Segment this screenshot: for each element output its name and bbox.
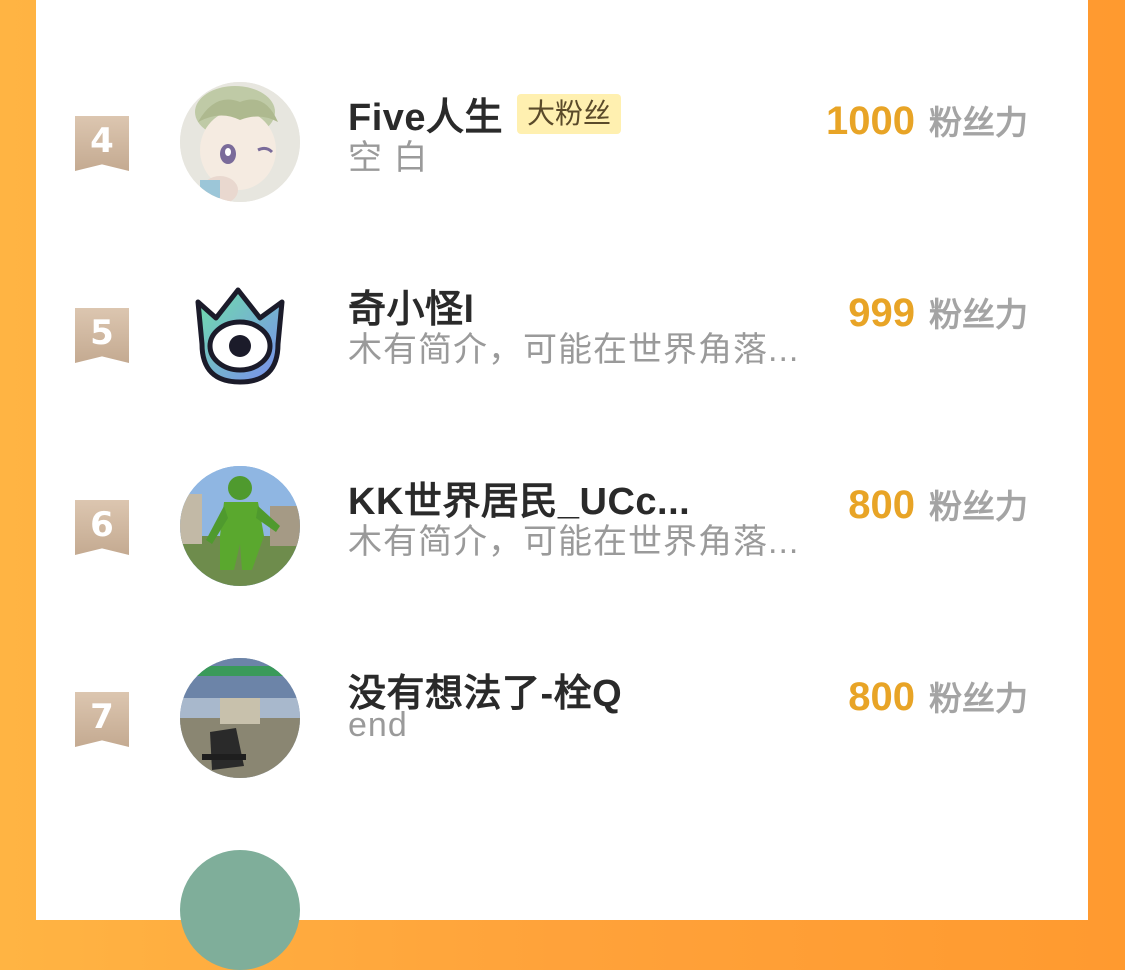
score-unit: 粉丝力 xyxy=(929,680,1028,717)
score-value: 800 xyxy=(848,675,915,719)
fan-level-badge: 大粉丝 xyxy=(517,93,622,134)
next-row-avatar[interactable] xyxy=(180,850,300,970)
rank-number: 4 xyxy=(90,121,114,161)
one-eyed-monster-avatar[interactable] xyxy=(180,274,300,394)
anime-child-avatar[interactable] xyxy=(180,82,300,202)
score-unit: 粉丝力 xyxy=(929,296,1028,333)
score-value: 800 xyxy=(848,483,915,527)
fan-power-score: 999 粉丝力 xyxy=(848,288,1028,336)
shooter-game-avatar-art xyxy=(180,658,300,778)
fan-power-score: 1000 粉丝力 xyxy=(826,96,1028,144)
rank-number: 6 xyxy=(90,505,114,545)
anime-child-avatar-art xyxy=(180,82,300,202)
score-value: 1000 xyxy=(826,99,915,143)
fan-power-score: 800 粉丝力 xyxy=(848,480,1028,528)
leaderboard-card: 4 Five人生 大粉丝 空 白 1000 粉丝力 5 奇小怪l 木有简介，可能… xyxy=(36,0,1088,970)
rank-row-5[interactable]: 5 奇小怪l 木有简介，可能在世界角落... 999 粉丝力 xyxy=(36,274,1088,468)
user-bio: end xyxy=(348,706,408,744)
one-eyed-monster-avatar-art xyxy=(180,274,300,394)
rank-row-7[interactable]: 7 没有想法了-栓Q end 800 粉丝力 xyxy=(36,658,1088,852)
user-bio: 木有简介，可能在世界角落... xyxy=(348,523,800,561)
rank-flag: 6 xyxy=(75,500,129,555)
shooter-game-avatar[interactable] xyxy=(180,658,300,778)
rank-row-4[interactable]: 4 Five人生 大粉丝 空 白 1000 粉丝力 xyxy=(36,82,1088,276)
user-bio: 空 白 xyxy=(348,139,429,177)
score-value: 999 xyxy=(848,291,915,335)
score-unit: 粉丝力 xyxy=(929,488,1028,525)
green-robot-game-avatar[interactable] xyxy=(180,466,300,586)
rank-flag: 4 xyxy=(75,116,129,171)
score-unit: 粉丝力 xyxy=(929,104,1028,141)
rank-row-6[interactable]: 6 KK世界居民_UCc... 木有简介，可能在世界角落... 800 粉丝力 xyxy=(36,466,1088,660)
green-robot-game-avatar-art xyxy=(180,466,300,586)
rank-flag: 5 xyxy=(75,308,129,363)
rank-flag: 7 xyxy=(75,692,129,747)
user-bio: 木有简介，可能在世界角落... xyxy=(348,331,800,369)
rank-number: 5 xyxy=(90,313,114,353)
fan-power-score: 800 粉丝力 xyxy=(848,672,1028,720)
rank-number: 7 xyxy=(90,697,114,737)
